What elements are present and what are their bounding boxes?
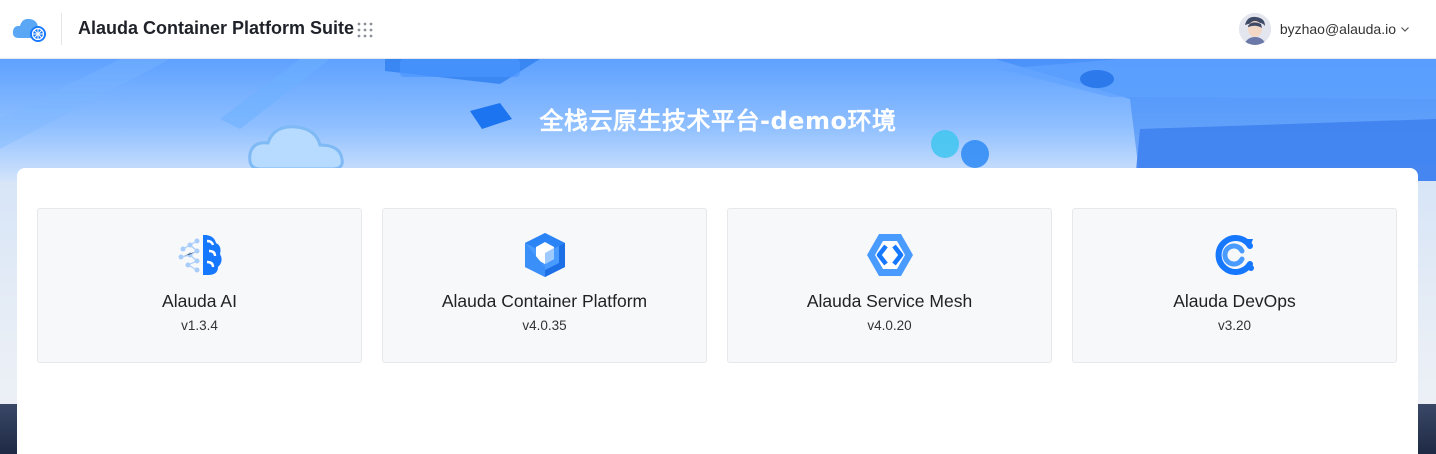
user-avatar[interactable]: [1238, 13, 1271, 45]
product-version: v3.20: [1217, 318, 1252, 333]
top-navigation-bar: Alauda Container Platform Suite byzhao@a…: [0, 0, 1436, 59]
app-title: Alauda Container Platform Suite: [78, 18, 355, 38]
background-scenery-right: [1418, 404, 1436, 454]
product-name: Alauda DevOps: [1173, 291, 1296, 311]
chevron-down-icon[interactable]: [1400, 24, 1410, 34]
grid-dots-icon[interactable]: [357, 22, 373, 38]
product-name: Alauda Service Mesh: [806, 291, 973, 311]
hero-banner: 全栈云原生技术平台-demo环境: [0, 59, 1436, 181]
product-version: v4.0.35: [522, 318, 567, 333]
cube-icon: [524, 233, 565, 277]
product-card-alauda-service-mesh[interactable]: Alauda Service Mesh v4.0.20: [727, 208, 1052, 363]
product-card-alauda-container-platform[interactable]: Alauda Container Platform v4.0.35: [382, 208, 707, 363]
product-card-alauda-ai[interactable]: Alauda AI v1.3.4: [37, 208, 362, 363]
devops-cycle-icon: [1215, 235, 1254, 275]
hexagon-mesh-icon: [866, 234, 913, 276]
product-card-alauda-devops[interactable]: Alauda DevOps v3.20: [1072, 208, 1397, 363]
product-version: v4.0.20: [867, 318, 912, 333]
product-name: Alauda AI: [162, 291, 237, 311]
user-menu[interactable]: byzhao@alauda.io: [1238, 12, 1410, 46]
product-name: Alauda Container Platform: [441, 291, 648, 311]
banner-title: 全栈云原生技术平台-demo环境: [539, 107, 897, 135]
user-email[interactable]: byzhao@alauda.io: [1280, 21, 1396, 37]
header-divider: [61, 13, 62, 45]
brain-icon: [178, 235, 222, 275]
background-scenery-left: [0, 404, 17, 454]
products-panel: Alauda AI v1.3.4 Alauda Container Platfo…: [17, 168, 1418, 454]
product-version: v1.3.4: [181, 318, 218, 333]
cloud-kubernetes-logo-icon[interactable]: [11, 14, 49, 44]
